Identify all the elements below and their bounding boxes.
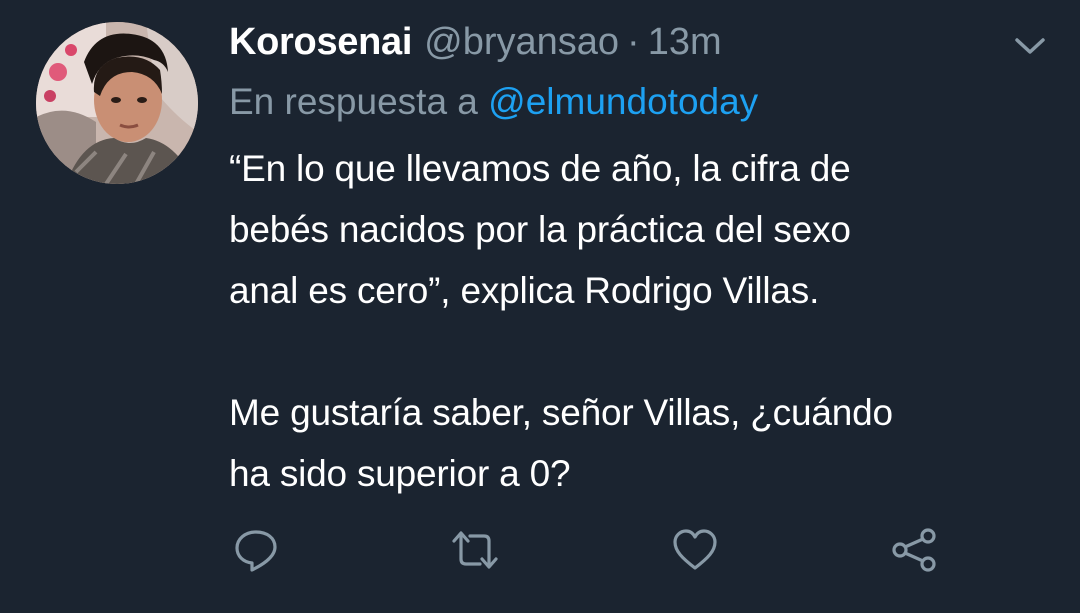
- avatar[interactable]: [36, 22, 198, 184]
- tweet: Korosenai @bryansao · 13m En respuesta a…: [0, 0, 1080, 613]
- tweet-paragraph-2: Me gustaría saber, señor Villas, ¿cuándo…: [229, 392, 893, 494]
- tweet-actions: [0, 526, 1080, 574]
- reply-mention-link[interactable]: @elmundotoday: [488, 81, 758, 122]
- reply-prefix: En respuesta a: [229, 81, 478, 122]
- separator-dot: ·: [627, 21, 640, 63]
- share-button[interactable]: [890, 526, 938, 574]
- tweet-paragraph-1: “En lo que llevamos de año, la cifra de …: [229, 148, 851, 311]
- user-handle[interactable]: @bryansao: [424, 18, 619, 66]
- reply-context: En respuesta a @elmundotoday: [229, 78, 1029, 126]
- retweet-icon: [450, 527, 500, 573]
- share-icon: [890, 526, 938, 574]
- heart-icon: [672, 527, 718, 573]
- tweet-content: Korosenai @bryansao · 13m En respuesta a…: [229, 18, 1029, 504]
- reply-icon: [233, 527, 279, 573]
- chevron-down-icon[interactable]: [1012, 34, 1048, 58]
- like-button[interactable]: [671, 526, 719, 574]
- retweet-button[interactable]: [451, 526, 499, 574]
- tweet-header: Korosenai @bryansao · 13m: [229, 18, 1029, 66]
- reply-button[interactable]: [232, 526, 280, 574]
- timestamp[interactable]: 13m: [648, 18, 722, 66]
- avatar-image: [36, 22, 198, 184]
- tweet-text: “En lo que llevamos de año, la cifra de …: [229, 138, 1029, 504]
- display-name[interactable]: Korosenai: [229, 18, 412, 66]
